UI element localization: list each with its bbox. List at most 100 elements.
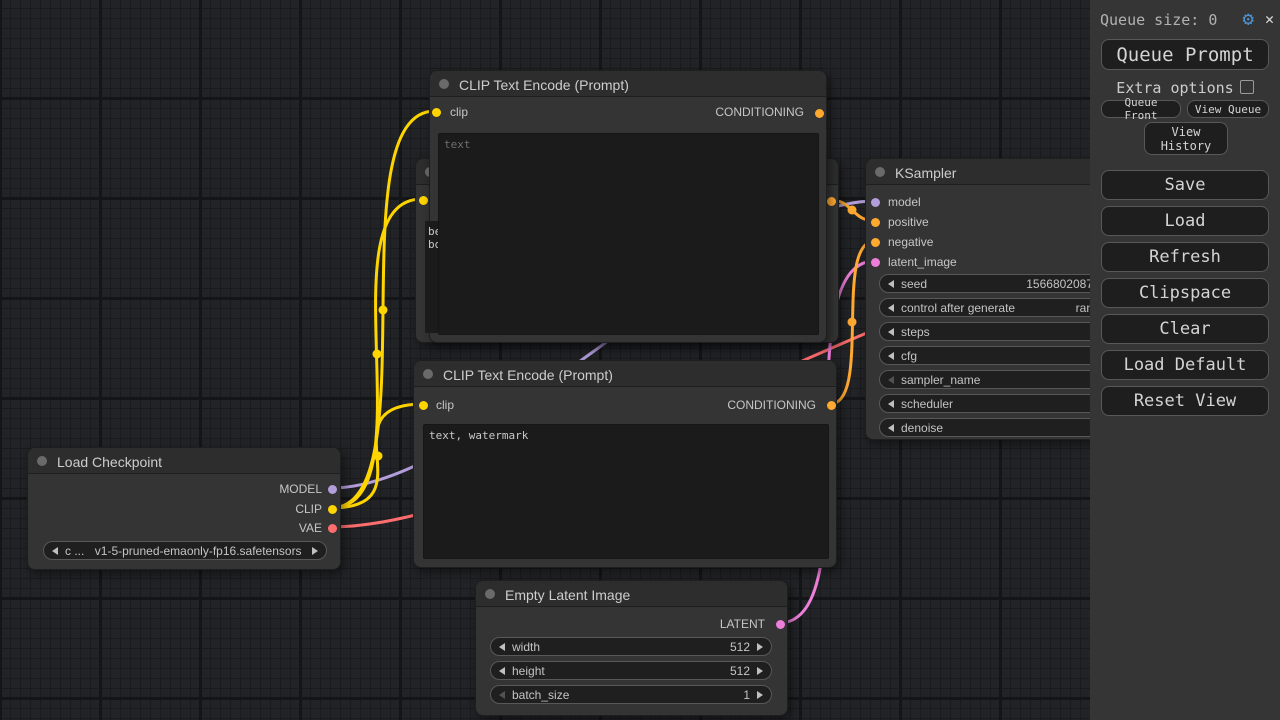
scheduler-widget[interactable]: scheduler [879, 394, 1114, 413]
collapse-dot-icon[interactable] [485, 589, 495, 599]
seed-widget[interactable]: seed 1566802087 [879, 274, 1114, 293]
decrement-arrow-icon[interactable] [888, 352, 894, 360]
node-empty-latent-image[interactable]: Empty Latent Image LATENT width 512 heig… [475, 580, 788, 716]
decrement-arrow-icon[interactable] [888, 376, 894, 384]
hidden-prompt-textarea-sliver[interactable]: be bo [425, 221, 438, 333]
steps-widget[interactable]: steps [879, 322, 1114, 341]
widget-label: c ... [65, 544, 84, 558]
sampler-name-widget[interactable]: sampler_name [879, 370, 1114, 389]
cfg-widget[interactable]: cfg [879, 346, 1114, 365]
decrement-arrow-icon[interactable] [888, 328, 894, 336]
queue-size-label: Queue size: 0 [1100, 11, 1243, 29]
model-input-slot[interactable] [871, 198, 880, 207]
increment-arrow-icon[interactable] [757, 691, 763, 699]
settings-gear-icon[interactable]: ⚙ [1243, 10, 1254, 29]
node-title-bar[interactable]: KSampler [865, 158, 1125, 185]
negative-prompt-textarea[interactable]: text, watermark [423, 424, 829, 559]
link-midpoint-dot [379, 306, 388, 315]
queue-front-button[interactable]: Queue Front [1101, 100, 1181, 118]
vae-output-label: VAE [299, 521, 322, 535]
decrement-arrow-icon[interactable] [888, 424, 894, 432]
widget-label: control after generate [901, 301, 1015, 315]
collapse-dot-icon[interactable] [423, 369, 433, 379]
latent-output-label: LATENT [720, 617, 765, 631]
node-title-bar[interactable]: CLIP Text Encode (Prompt) [413, 360, 837, 387]
node-clip-text-encode-negative[interactable]: CLIP Text Encode (Prompt) clip CONDITION… [413, 360, 837, 568]
decrement-arrow-icon[interactable] [499, 667, 505, 675]
positive-input-slot[interactable] [871, 218, 880, 227]
widget-label: scheduler [901, 397, 953, 411]
clip-input-slot[interactable] [419, 196, 428, 205]
load-button[interactable]: Load [1101, 206, 1269, 236]
decrement-arrow-icon[interactable] [888, 400, 894, 408]
node-graph-canvas[interactable]: CLIP Text Encode (Prompt) clip CONDITION… [0, 0, 1280, 720]
widget-value: ran [1015, 301, 1093, 315]
prev-option-arrow-icon[interactable] [52, 547, 58, 555]
node-title-bar[interactable]: Load Checkpoint [27, 447, 341, 474]
link-midpoint-dot [374, 452, 383, 461]
height-widget[interactable]: height 512 [490, 661, 772, 680]
queue-prompt-button[interactable]: Queue Prompt [1101, 39, 1269, 70]
widget-label: cfg [901, 349, 917, 363]
conditioning-output-slot[interactable] [827, 401, 836, 410]
comfy-menu-panel: Queue size: 0 ⚙ ✕ Queue Prompt Extra opt… [1090, 0, 1280, 720]
refresh-button[interactable]: Refresh [1101, 242, 1269, 272]
clipspace-button[interactable]: Clipspace [1101, 278, 1269, 308]
collapse-dot-icon[interactable] [37, 456, 47, 466]
hidden-text-line: bo [428, 238, 438, 251]
clip-output-slot[interactable] [328, 505, 337, 514]
conditioning-output-label: CONDITIONING [715, 105, 804, 119]
model-input-label: model [888, 195, 921, 209]
vae-output-slot[interactable] [328, 524, 337, 533]
ckpt-name-widget[interactable]: c ... v1-5-pruned-emaonly-fp16.safetenso… [43, 541, 327, 560]
node-title: Empty Latent Image [505, 587, 630, 603]
conditioning-output-label: CONDITIONING [727, 398, 816, 412]
prompt-textarea[interactable] [438, 133, 819, 335]
clip-input-slot[interactable] [432, 108, 441, 117]
conditioning-output-slot[interactable] [815, 109, 824, 118]
clip-input-slot[interactable] [419, 401, 428, 410]
widget-label: sampler_name [901, 373, 980, 387]
link-clip-hidden [331, 199, 422, 508]
save-button[interactable]: Save [1101, 170, 1269, 200]
view-history-button[interactable]: View History [1144, 122, 1228, 155]
latent-image-input-label: latent_image [888, 255, 957, 269]
latent-image-input-slot[interactable] [871, 258, 880, 267]
load-default-button[interactable]: Load Default [1101, 350, 1269, 380]
node-title-bar[interactable]: Empty Latent Image [475, 580, 788, 607]
node-clip-text-encode-top[interactable]: CLIP Text Encode (Prompt) clip CONDITION… [429, 70, 827, 343]
node-ksampler[interactable]: KSampler model positive negative latent_… [865, 158, 1125, 440]
widget-value: 512 [540, 640, 750, 654]
node-load-checkpoint[interactable]: Load Checkpoint MODEL CLIP VAE c ... v1-… [27, 447, 341, 570]
increment-arrow-icon[interactable] [757, 667, 763, 675]
model-output-slot[interactable] [328, 485, 337, 494]
decrement-arrow-icon[interactable] [499, 643, 505, 651]
decrement-arrow-icon[interactable] [888, 304, 894, 312]
batch-size-widget[interactable]: batch_size 1 [490, 685, 772, 704]
node-title: KSampler [895, 165, 956, 181]
node-title: CLIP Text Encode (Prompt) [443, 367, 613, 383]
control-after-generate-widget[interactable]: control after generate ran [879, 298, 1114, 317]
model-output-label: MODEL [279, 482, 322, 496]
next-option-arrow-icon[interactable] [312, 547, 318, 555]
latent-output-slot[interactable] [776, 620, 785, 629]
clear-button[interactable]: Clear [1101, 314, 1269, 344]
reset-view-button[interactable]: Reset View [1101, 386, 1269, 416]
negative-input-slot[interactable] [871, 238, 880, 247]
extra-options-checkbox[interactable] [1240, 80, 1254, 94]
collapse-dot-icon[interactable] [439, 79, 449, 89]
conditioning-output-slot[interactable] [827, 197, 836, 206]
decrement-arrow-icon[interactable] [499, 691, 505, 699]
close-icon[interactable]: ✕ [1265, 12, 1274, 27]
width-widget[interactable]: width 512 [490, 637, 772, 656]
collapse-dot-icon[interactable] [875, 167, 885, 177]
clip-input-label: clip [450, 105, 468, 119]
view-queue-button[interactable]: View Queue [1187, 100, 1269, 118]
clip-output-label: CLIP [295, 502, 322, 516]
view-history-line: History [1161, 139, 1212, 153]
increment-arrow-icon[interactable] [757, 643, 763, 651]
node-title: CLIP Text Encode (Prompt) [459, 77, 629, 93]
node-title-bar[interactable]: CLIP Text Encode (Prompt) [429, 70, 827, 97]
denoise-widget[interactable]: denoise [879, 418, 1114, 437]
decrement-arrow-icon[interactable] [888, 280, 894, 288]
